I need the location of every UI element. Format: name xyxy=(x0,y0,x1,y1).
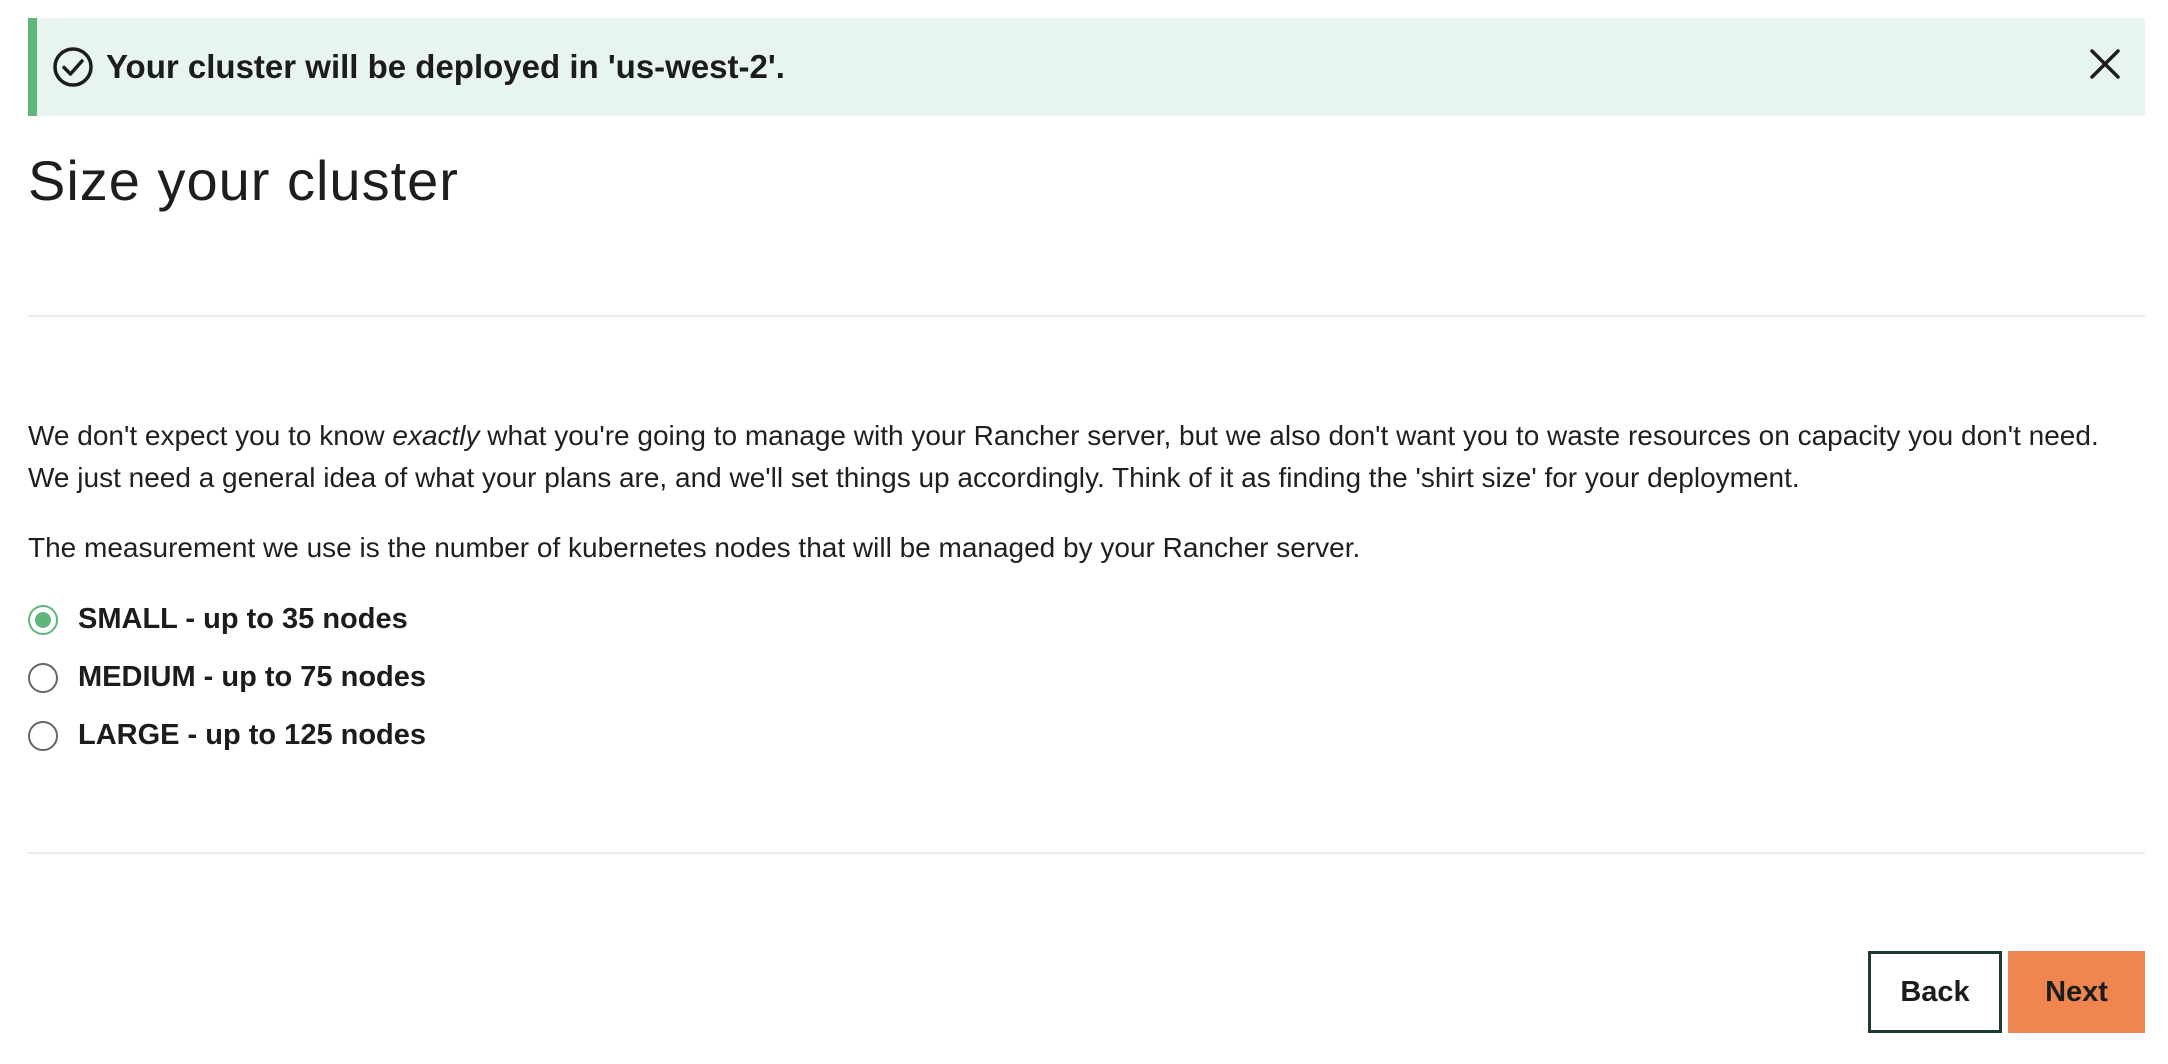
size-option-label: LARGE - up to 125 nodes xyxy=(78,719,427,751)
radio-medium[interactable] xyxy=(28,662,58,693)
check-circle-icon xyxy=(52,46,94,88)
close-icon[interactable] xyxy=(2083,42,2127,86)
size-option-label: SMALL - up to 35 nodes xyxy=(78,603,408,635)
page-title: Size your cluster xyxy=(28,149,459,212)
next-button[interactable]: Next xyxy=(2008,951,2145,1033)
banner-message: Your cluster will be deployed in 'us-wes… xyxy=(106,48,785,85)
header-divider xyxy=(28,315,2145,317)
size-option-small[interactable]: SMALL - up to 35 nodes xyxy=(28,603,408,636)
radio-large[interactable] xyxy=(28,720,58,751)
intro-text-start: We don't expect you to know xyxy=(28,420,393,451)
size-option-large[interactable]: LARGE - up to 125 nodes xyxy=(28,719,426,752)
intro-emphasis: exactly xyxy=(392,420,480,451)
intro-paragraph: We don't expect you to know exactly what… xyxy=(28,415,2138,499)
deployment-region-banner: Your cluster will be deployed in 'us-wes… xyxy=(28,18,2145,116)
footer-divider xyxy=(28,852,2145,854)
measurement-paragraph: The measurement we use is the number of … xyxy=(28,532,1361,563)
size-option-label: MEDIUM - up to 75 nodes xyxy=(78,661,426,693)
back-button[interactable]: Back xyxy=(1868,951,2002,1033)
radio-small[interactable] xyxy=(28,604,58,635)
size-option-medium[interactable]: MEDIUM - up to 75 nodes xyxy=(28,661,426,694)
